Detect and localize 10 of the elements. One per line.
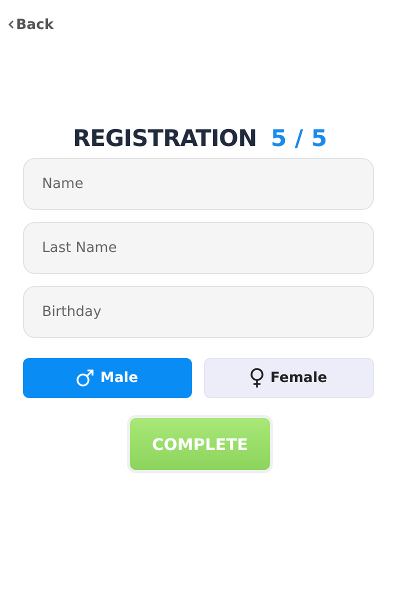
gender-button[interactable]: Female: [204, 358, 374, 398]
text-field[interactable]: Birthday: [23, 286, 374, 338]
back-button[interactable]: Back: [8, 16, 54, 32]
text-field[interactable]: Last Name: [23, 222, 374, 274]
text-field[interactable]: Name: [23, 158, 374, 210]
female-symbol-icon: [250, 368, 264, 388]
chevron-left-icon: [8, 20, 14, 29]
male-symbol-icon: [76, 369, 94, 387]
page-title: REGISTRATION: [72, 126, 257, 152]
step-counter: 5 / 5: [270, 126, 328, 152]
